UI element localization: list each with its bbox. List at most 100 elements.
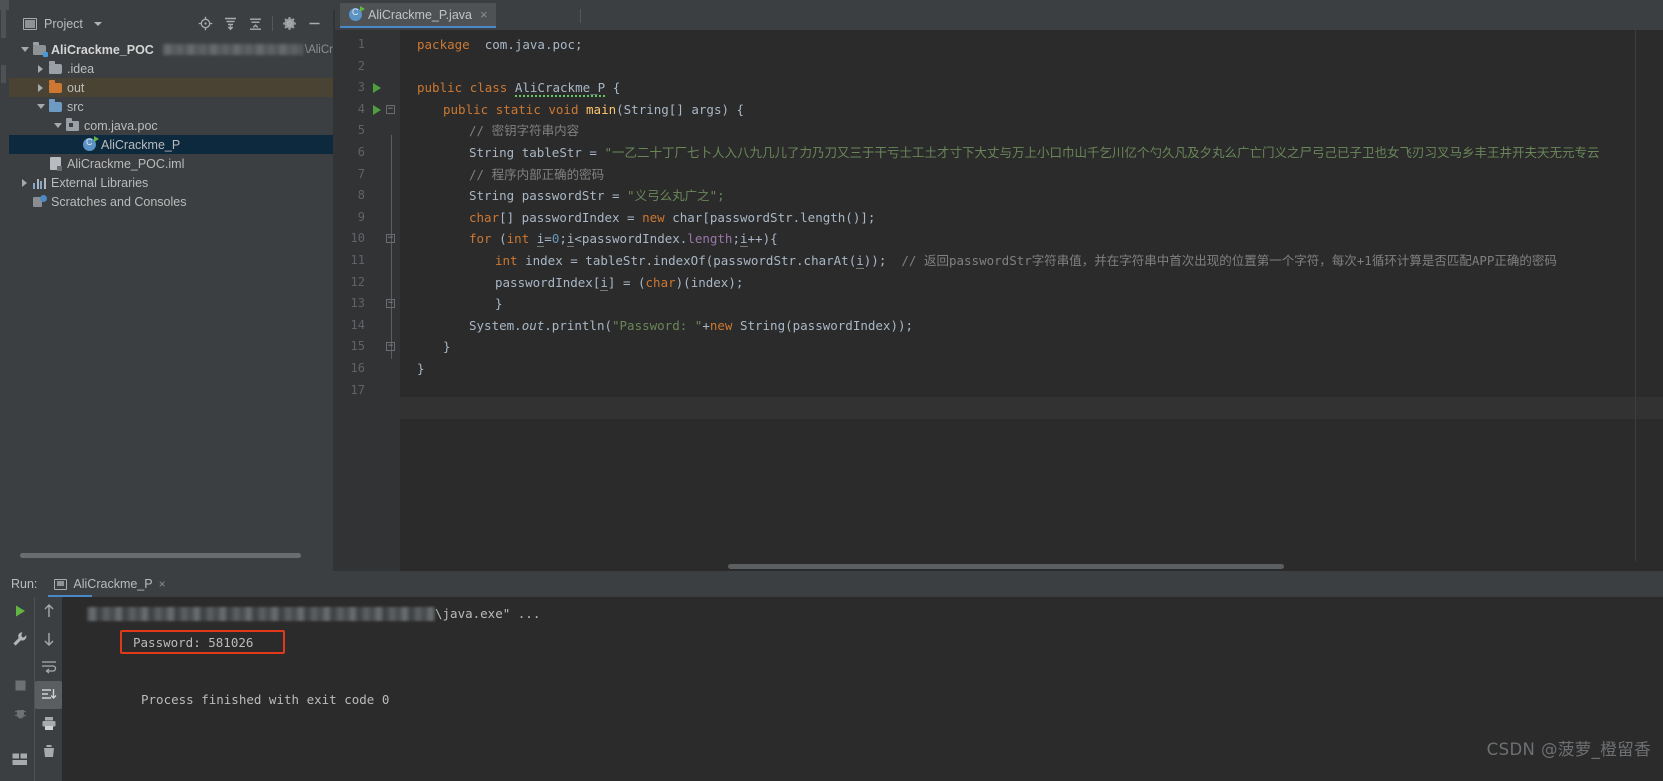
scroll-down-icon[interactable] <box>35 625 62 653</box>
hide-panel-icon[interactable] <box>302 11 327 36</box>
close-icon[interactable]: × <box>480 8 488 21</box>
run-console-output[interactable]: \java.exe" ... Password: 581026 Process … <box>62 597 1663 781</box>
wrench-settings-icon[interactable] <box>6 625 34 653</box>
scrollbar-thumb[interactable] <box>20 553 301 558</box>
twisty-expanded[interactable] <box>51 116 64 135</box>
stop-icon[interactable] <box>6 671 34 699</box>
scroll-up-icon[interactable] <box>35 597 62 625</box>
operator: = <box>544 231 552 247</box>
tree-label: out <box>67 80 85 95</box>
line-number: 16 <box>350 360 365 375</box>
chevron-down-icon[interactable] <box>93 21 102 26</box>
tree-row-external-libraries[interactable]: External Libraries <box>9 173 333 192</box>
run-tab-alicrackme[interactable]: AliCrackme_P × <box>54 577 166 591</box>
rerun-icon[interactable] <box>6 597 34 625</box>
keyword-for: for <box>469 231 492 247</box>
fold-end-icon[interactable]: − <box>386 299 395 309</box>
twisty-collapsed[interactable] <box>34 59 47 78</box>
clear-all-icon[interactable] <box>35 737 62 765</box>
method-name: main <box>586 101 617 117</box>
line-text: public static void main(String[] args) { <box>443 99 744 121</box>
expression-end: )); <box>863 252 887 268</box>
editor-horizontal-scrollbar[interactable] <box>400 561 1663 571</box>
password-highlight-box: Password: 581026 <box>120 630 285 654</box>
collapse-all-icon[interactable] <box>243 11 268 36</box>
code-lines[interactable]: 1 package com.java.poc; 2 3 public class… <box>335 30 1663 561</box>
tree-row-java-class[interactable]: AliCrackme_P <box>9 135 333 154</box>
tree-row-package[interactable]: com.java.poc <box>9 116 333 135</box>
line-text: public class AliCrackme_P { <box>417 77 620 99</box>
left-tool-window-bar <box>0 10 9 571</box>
code-line-15: 15 − } <box>335 336 1663 358</box>
line-number: 6 <box>357 144 365 159</box>
structure-toolwindow-stripe[interactable] <box>1 65 6 83</box>
project-tool-window: Project AliCrackme_POC \AliCr .idea out … <box>9 10 333 571</box>
gear-icon[interactable] <box>277 11 302 36</box>
run-tool-window: Run: AliCrackme_P × \java.exe" ... Passw… <box>0 571 1663 781</box>
line-number: 14 <box>350 317 365 332</box>
close-icon[interactable]: × <box>159 577 166 591</box>
left-toolwindow-stub[interactable] <box>0 0 9 10</box>
run-tab-label: AliCrackme_P <box>73 577 153 591</box>
code-line-16: 16 } <box>335 358 1663 380</box>
type-string: String <box>469 188 515 204</box>
line-number: 17 <box>350 382 365 397</box>
fold-minus-icon[interactable]: − <box>386 234 395 244</box>
right-margin-line <box>1635 30 1636 561</box>
twisty-expanded[interactable] <box>34 97 47 116</box>
run-gutter-icon[interactable] <box>373 104 381 115</box>
keyword-int: int <box>495 252 518 268</box>
tree-row-src[interactable]: src <box>9 97 333 116</box>
condition: <passwordIndex. <box>574 231 688 247</box>
line-text: package com.java.poc; <box>417 34 583 56</box>
fold-end-icon[interactable]: − <box>386 342 395 352</box>
twisty-collapsed[interactable] <box>34 78 47 97</box>
scrollbar-thumb[interactable] <box>728 564 1284 569</box>
code-line-8: 8 String passwordStr = "义弓么丸广之"; <box>335 185 1663 207</box>
scroll-to-end-icon[interactable] <box>35 681 62 709</box>
soft-wrap-icon[interactable] <box>35 653 62 681</box>
twisty-none <box>34 154 47 173</box>
line-number: 8 <box>357 188 365 203</box>
field-length: length <box>687 231 733 247</box>
project-title[interactable]: Project <box>23 17 102 31</box>
run-gutter-icon[interactable] <box>373 83 381 94</box>
code-line-9: 9 char[] passwordIndex = new char[passwo… <box>335 207 1663 229</box>
tree-label: AliCrackme_POC <box>51 42 154 57</box>
twisty-expanded[interactable] <box>18 40 31 59</box>
module-folder-icon <box>31 40 48 59</box>
line-text: passwordIndex[i] = (char)(index); <box>495 272 743 294</box>
code-line-5: 5 // 密钥字符串内容 <box>335 120 1663 142</box>
twisty-none <box>68 135 81 154</box>
code-line-13: 13 − } <box>335 293 1663 315</box>
expand-all-icon[interactable] <box>218 11 243 36</box>
layout-icon[interactable] <box>6 745 34 773</box>
project-toolwindow-stripe[interactable] <box>1 10 6 38</box>
var-i: i <box>600 274 608 291</box>
line-comment: // 密钥字符串内容 <box>469 123 580 139</box>
increment: ++){ <box>747 231 778 247</box>
code-editor[interactable]: 1 package com.java.poc; 2 3 public class… <box>335 30 1663 571</box>
twisty-collapsed[interactable] <box>18 173 31 192</box>
locate-icon[interactable] <box>193 11 218 36</box>
project-horizontal-scrollbar[interactable] <box>9 551 333 560</box>
code-line-11: 11 int index = tableStr.indexOf(password… <box>335 250 1663 272</box>
command-path-blurred <box>87 607 435 621</box>
tree-row-out[interactable]: out <box>9 78 333 97</box>
tree-row-scratches[interactable]: Scratches and Consoles <box>9 192 333 211</box>
variable-passwordstr: passwordStr = <box>521 188 628 204</box>
cast-open: ] = ( <box>607 274 646 290</box>
folder-orange-icon <box>47 78 64 97</box>
tree-row-module[interactable]: AliCrackme_POC \AliCr <box>9 40 333 59</box>
keyword-class: class <box>469 80 508 96</box>
code-line-3: 3 public class AliCrackme_P { <box>335 77 1663 99</box>
editor-tab-alicrackme[interactable]: AliCrackme_P.java × <box>340 3 496 28</box>
line-number: 12 <box>350 274 365 289</box>
print-icon[interactable] <box>35 709 62 737</box>
stop-debug-icon[interactable] <box>6 699 34 727</box>
line-number: 4 <box>357 101 365 116</box>
tree-row-iml[interactable]: AliCrackme_POC.iml <box>9 154 333 173</box>
method-args: (String[] args) { <box>616 101 745 117</box>
tree-row-idea[interactable]: .idea <box>9 59 333 78</box>
fold-minus-icon[interactable]: − <box>386 104 395 114</box>
